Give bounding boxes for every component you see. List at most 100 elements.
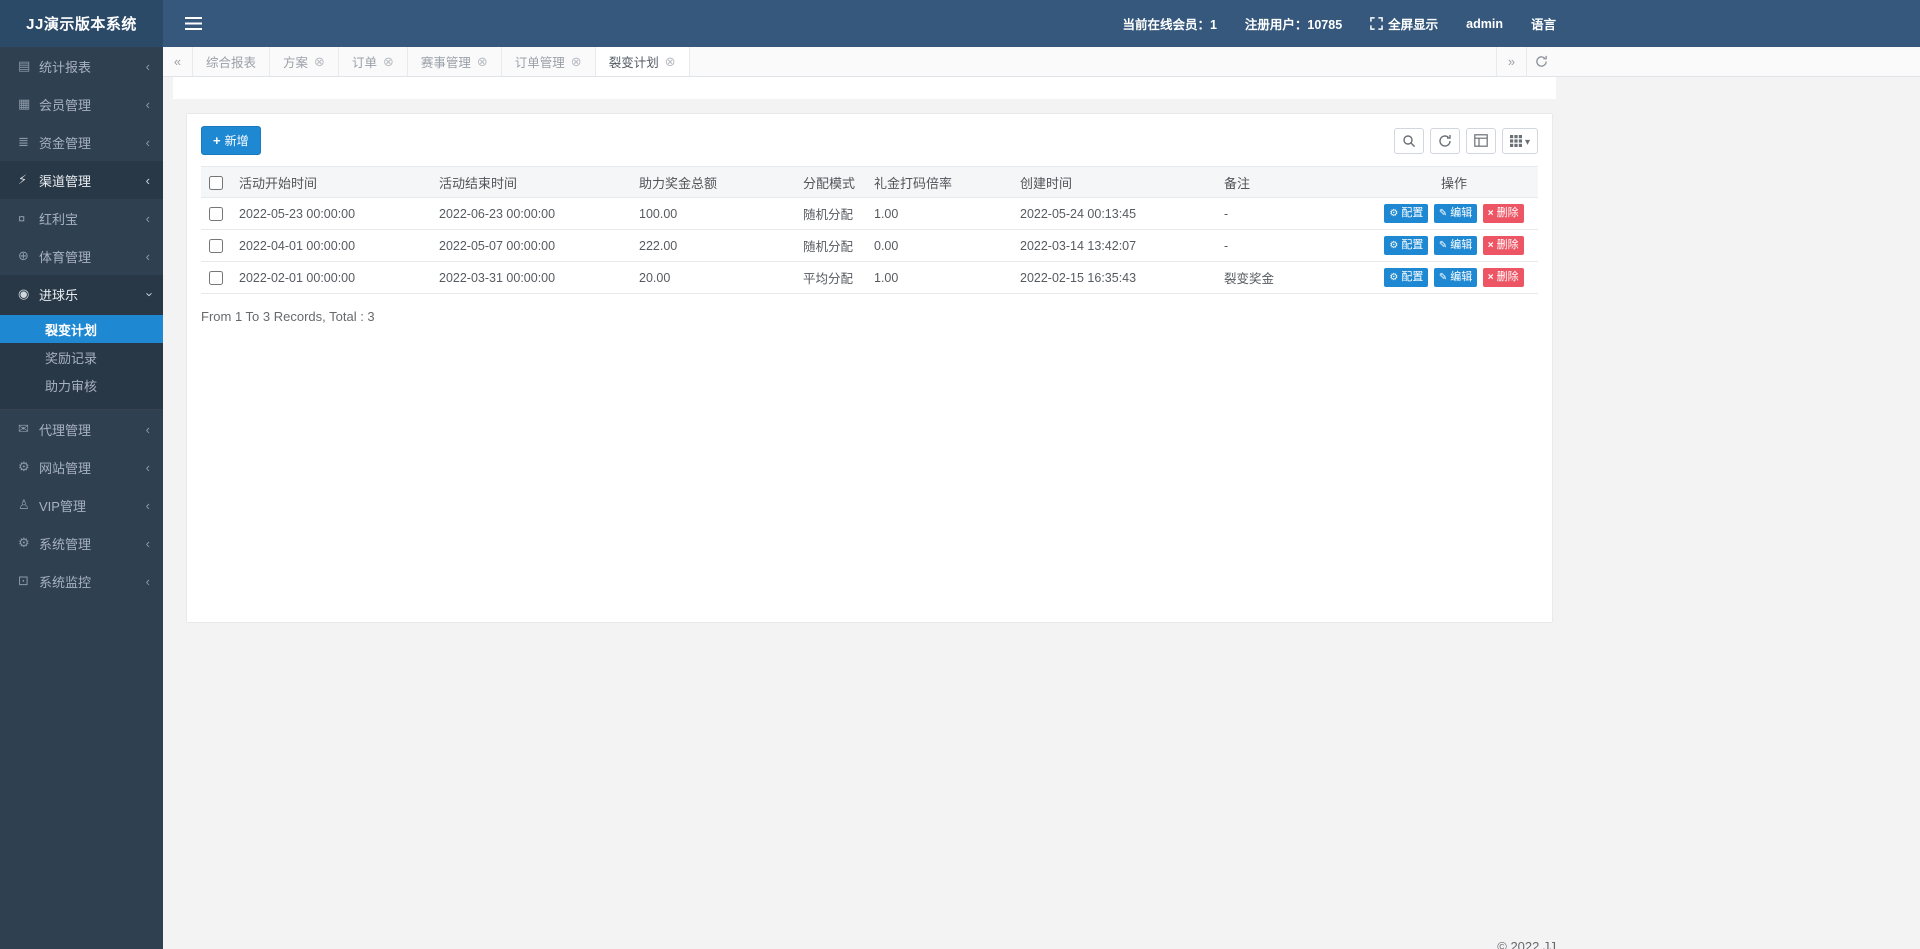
delete-icon [1488, 209, 1494, 219]
monitor-icon [18, 573, 39, 589]
tab-orders[interactable]: 订单 [339, 47, 408, 76]
tab-refresh-button[interactable] [1526, 47, 1556, 76]
edit-button[interactable]: 编辑 [1434, 236, 1477, 255]
cell-remark: 裂变奖金 [1216, 262, 1370, 294]
edit-button[interactable]: 编辑 [1434, 268, 1477, 287]
cell-amount: 20.00 [631, 262, 795, 294]
data-card: 新增 [186, 113, 1553, 623]
vip-user-icon [18, 497, 39, 513]
chevron-left-icon [146, 537, 150, 550]
fullscreen-button[interactable]: 全屏显示 [1370, 14, 1438, 33]
sidebar-item-system[interactable]: 系统管理 [0, 524, 163, 562]
chevron-down-icon [146, 288, 150, 301]
config-button[interactable]: 配置 [1384, 236, 1428, 255]
sidebar-item-sports[interactable]: 体育管理 [0, 237, 163, 275]
tab-bar-right-controls [1496, 47, 1556, 76]
delete-button[interactable]: 删除 [1483, 236, 1524, 255]
chevron-left-icon [146, 136, 150, 149]
chevron-left-icon [146, 174, 150, 187]
sidebar-item-members[interactable]: 会员管理 [0, 85, 163, 123]
table-row: 2022-02-01 00:00:00 2022-03-31 00:00:00 … [201, 262, 1538, 294]
sidebar-subitem-label: 助力审核 [45, 376, 97, 395]
tab-order-management[interactable]: 订单管理 [502, 47, 596, 76]
sidebar-item-goal-game[interactable]: 进球乐 [0, 275, 163, 313]
cell-start-time: 2022-02-01 00:00:00 [231, 262, 431, 294]
sidebar-item-monitor[interactable]: 系统监控 [0, 562, 163, 600]
table-view-icon [1474, 134, 1488, 147]
cell-amount: 222.00 [631, 230, 795, 262]
edit-icon [1439, 273, 1447, 283]
sidebar-item-agents[interactable]: 代理管理 [0, 410, 163, 448]
page-header-strip [173, 77, 1556, 99]
cell-amount: 100.00 [631, 198, 795, 230]
language-menu[interactable]: 语言 [1531, 14, 1556, 33]
channel-bolt-icon [18, 172, 39, 188]
sidebar-item-label: 会员管理 [39, 95, 146, 114]
tab-plan[interactable]: 方案 [270, 47, 339, 76]
close-circle-icon[interactable] [477, 55, 488, 68]
online-members-stat: 当前在线会员：1 [1122, 14, 1216, 33]
sidebar-item-label: 统计报表 [39, 57, 146, 76]
user-menu[interactable]: admin [1466, 17, 1503, 31]
tabs-scroll-right-button[interactable] [1496, 47, 1526, 76]
sidebar-item-label: 体育管理 [39, 247, 146, 266]
cell-remark: - [1216, 198, 1370, 230]
close-circle-icon[interactable] [571, 55, 582, 68]
config-icon [1389, 273, 1398, 283]
tabs-scroll-left-button[interactable] [163, 47, 193, 76]
fullscreen-label: 全屏显示 [1388, 14, 1438, 33]
sidebar-item-label: 系统管理 [39, 534, 146, 553]
col-header-actions: 操作 [1370, 167, 1538, 198]
row-checkbox[interactable] [209, 207, 223, 221]
row-checkbox[interactable] [209, 271, 223, 285]
sidebar-item-statistics[interactable]: 统计报表 [0, 47, 163, 85]
columns-dropdown-button[interactable] [1502, 128, 1538, 154]
cell-rate: 1.00 [866, 198, 1012, 230]
close-circle-icon[interactable] [665, 55, 676, 68]
sidebar-item-label: 资金管理 [39, 133, 146, 152]
sidebar-item-label: 网站管理 [39, 458, 146, 477]
tab-label: 订单管理 [515, 52, 565, 71]
cell-end-time: 2022-03-31 00:00:00 [431, 262, 631, 294]
cell-rate: 1.00 [866, 262, 1012, 294]
refresh-button[interactable] [1430, 128, 1460, 154]
row-checkbox[interactable] [209, 239, 223, 253]
chevron-left-icon [146, 499, 150, 512]
cell-mode: 平均分配 [795, 262, 866, 294]
actions-cell: 配置 编辑 删除 [1370, 198, 1538, 230]
col-header-amount: 助力奖金总额 [631, 167, 795, 198]
tab-match-management[interactable]: 赛事管理 [408, 47, 502, 76]
content-area: 新增 [163, 77, 1920, 949]
chevron-left-icon [146, 461, 150, 474]
close-circle-icon[interactable] [383, 55, 394, 68]
sidebar-item-funds[interactable]: 资金管理 [0, 123, 163, 161]
sidebar-item-label: 进球乐 [39, 285, 146, 304]
config-button[interactable]: 配置 [1384, 268, 1428, 287]
sidebar-toggle-button[interactable] [185, 17, 202, 30]
table-row: 2022-04-01 00:00:00 2022-05-07 00:00:00 … [201, 230, 1538, 262]
sidebar-item-website[interactable]: 网站管理 [0, 448, 163, 486]
caret-down-icon [1525, 132, 1530, 150]
bar-chart-icon [18, 58, 39, 74]
sidebar-item-channels[interactable]: 渠道管理 [0, 161, 163, 199]
tab-fission-plan[interactable]: 裂变计划 [596, 47, 690, 76]
hamburger-icon [185, 17, 202, 30]
edit-button[interactable]: 编辑 [1434, 204, 1477, 223]
add-button[interactable]: 新增 [201, 126, 261, 155]
sidebar-item-bonus[interactable]: 红利宝 [0, 199, 163, 237]
sidebar-subitem-reward-records[interactable]: 奖励记录 [0, 343, 163, 371]
delete-button[interactable]: 删除 [1483, 268, 1524, 287]
search-button[interactable] [1394, 128, 1424, 154]
cell-start-time: 2022-04-01 00:00:00 [231, 230, 431, 262]
sidebar-subitem-boost-review[interactable]: 助力审核 [0, 371, 163, 399]
select-all-checkbox[interactable] [209, 176, 223, 190]
close-circle-icon[interactable] [314, 55, 325, 68]
sidebar-item-vip[interactable]: VIP管理 [0, 486, 163, 524]
delete-button[interactable]: 删除 [1483, 204, 1524, 223]
actions-cell: 配置 编辑 删除 [1370, 262, 1538, 294]
sidebar-subitem-fission-plan[interactable]: 裂变计划 [0, 315, 163, 343]
config-button[interactable]: 配置 [1384, 204, 1428, 223]
table-view-button[interactable] [1466, 128, 1496, 154]
app-window: JJ演示版本系统 当前在线会员：1 注册用户：10785 全屏显示 admin … [0, 0, 1920, 949]
tab-overview-report[interactable]: 综合报表 [193, 47, 270, 76]
